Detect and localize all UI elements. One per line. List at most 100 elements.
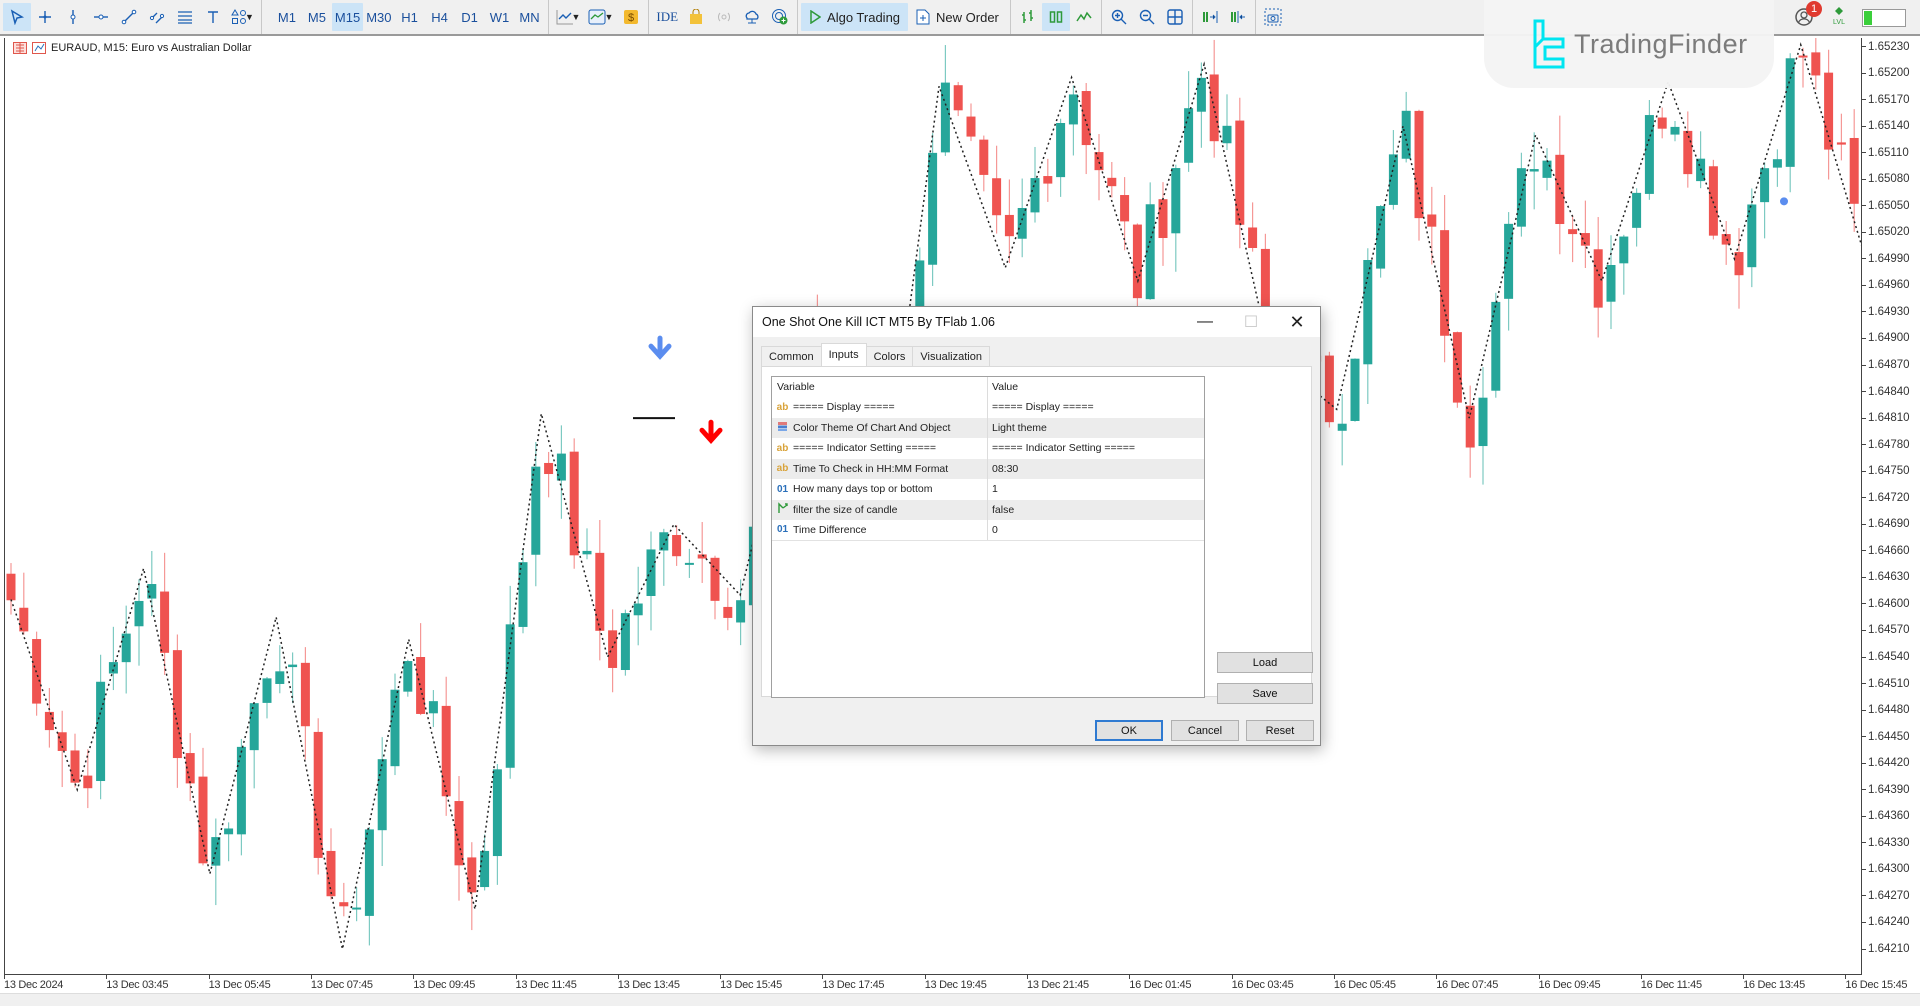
grid-icon xyxy=(1167,9,1183,25)
row-value[interactable]: false xyxy=(988,500,1204,521)
load-button[interactable]: Load xyxy=(1217,652,1313,673)
row-variable-cell: ab Time To Check in HH:MM Format xyxy=(772,458,988,479)
maximize-button[interactable]: ☐ xyxy=(1228,307,1274,337)
chart-type-button[interactable]: ▼ xyxy=(552,3,585,31)
bearish-candle xyxy=(19,572,29,635)
market-button[interactable]: $ xyxy=(617,3,645,31)
crosshair-tool[interactable] xyxy=(31,3,59,31)
cancel-button[interactable]: Cancel xyxy=(1171,720,1239,741)
table-row[interactable]: 01 Time Difference 0 xyxy=(772,520,1204,541)
table-row[interactable]: Color Theme Of Chart And Object Light th… xyxy=(772,417,1204,439)
bullish-candle xyxy=(1478,366,1488,485)
bullish-candle xyxy=(633,566,643,646)
candle-body xyxy=(1452,332,1462,403)
line-chart-icon xyxy=(1076,11,1092,22)
timeframe-h1[interactable]: H1 xyxy=(395,3,425,31)
close-button[interactable]: ✕ xyxy=(1274,307,1320,337)
row-value[interactable]: 0 xyxy=(988,520,1204,540)
line-chart-button[interactable] xyxy=(1070,3,1098,31)
ide-button[interactable]: IDE xyxy=(652,3,682,31)
auto-scroll-button[interactable] xyxy=(1196,3,1224,31)
table-row[interactable]: 01 How many days top or bottom 1 xyxy=(772,479,1204,500)
tab-colors[interactable]: Colors xyxy=(865,346,914,366)
row-value[interactable]: 08:30 xyxy=(988,459,1204,480)
tile-windows-button[interactable] xyxy=(1161,3,1189,31)
table-row[interactable]: ab ===== Display ===== ===== Display ====… xyxy=(772,397,1204,418)
zoom-in-button[interactable] xyxy=(1105,3,1133,31)
price-tick-label: 1.64420 xyxy=(1862,757,1910,769)
timeframe-d1[interactable]: D1 xyxy=(455,3,485,31)
bullish-candle xyxy=(1030,146,1040,223)
horizontal-line-tool[interactable] xyxy=(87,3,115,31)
zoom-out-button[interactable] xyxy=(1133,3,1161,31)
timeframe-mn[interactable]: MN xyxy=(515,3,545,31)
candle-body xyxy=(1030,178,1040,213)
fibonacci-icon xyxy=(178,11,192,24)
row-value[interactable]: ===== Display ===== xyxy=(988,397,1204,418)
market-store-button[interactable] xyxy=(682,3,710,31)
ok-button[interactable]: OK xyxy=(1095,720,1163,741)
algo-trading-button[interactable]: Algo Trading xyxy=(801,3,909,31)
column-header-value[interactable]: Value xyxy=(988,377,1204,397)
bullish-candle xyxy=(236,738,246,856)
candle-body xyxy=(684,562,694,565)
candle-body xyxy=(1414,110,1424,219)
algo-signal-button[interactable] xyxy=(766,3,794,31)
row-value[interactable]: 1 xyxy=(988,479,1204,500)
watermark-text: TradingFinder xyxy=(1574,28,1748,59)
timeframe-m1[interactable]: M1 xyxy=(272,3,302,31)
timeframe-m15[interactable]: M15 xyxy=(331,3,364,31)
channel-tool[interactable] xyxy=(143,3,171,31)
candle-body xyxy=(710,557,720,601)
signals-button[interactable] xyxy=(710,3,738,31)
shapes-tool[interactable]: ▼ xyxy=(227,3,258,31)
row-value[interactable]: ===== Indicator Setting ===== xyxy=(988,438,1204,459)
minimize-button[interactable]: — xyxy=(1182,307,1228,337)
table-row[interactable]: filter the size of candle false xyxy=(772,499,1204,521)
row-value[interactable]: Light theme xyxy=(988,418,1204,439)
vps-button[interactable] xyxy=(738,3,766,31)
bearish-candle xyxy=(416,623,426,716)
table-row[interactable]: ab Time To Check in HH:MM Format 08:30 xyxy=(772,458,1204,480)
new-order-button[interactable]: New Order xyxy=(908,3,1007,31)
trendline-tool[interactable] xyxy=(115,3,143,31)
tab-inputs[interactable]: Inputs xyxy=(820,343,867,366)
bullish-candle xyxy=(428,690,438,728)
vertical-line-tool[interactable] xyxy=(59,3,87,31)
reset-button[interactable]: Reset xyxy=(1246,720,1314,741)
row-variable: ===== Display ===== xyxy=(793,401,895,414)
chart-shift-button[interactable] xyxy=(1224,3,1252,31)
dialog-titlebar[interactable]: One Shot One Kill ICT MT5 By TFlab 1.06 … xyxy=(753,307,1320,337)
cursor-tool[interactable] xyxy=(3,3,31,31)
timeframe-group: M1 M5 M15 M30 H1 H4 D1 W1 MN xyxy=(262,0,549,34)
indicators-button[interactable]: ▼ xyxy=(584,3,617,31)
bullish-candle xyxy=(96,654,106,800)
save-button[interactable]: Save xyxy=(1217,683,1313,704)
auto-scroll-icon xyxy=(1202,11,1218,23)
bar-chart-button[interactable] xyxy=(1014,3,1042,31)
tab-visualization[interactable]: Visualization xyxy=(912,346,990,366)
table-row[interactable]: ab ===== Indicator Setting ===== ===== In… xyxy=(772,438,1204,459)
timeframe-h4[interactable]: H4 xyxy=(425,3,455,31)
candle-body xyxy=(1542,160,1552,178)
column-header-variable[interactable]: Variable xyxy=(772,377,988,397)
candlestick-icon xyxy=(1049,11,1063,23)
time-tick-label: 16 Dec 03:45 xyxy=(1231,975,1294,991)
candlestick-chart-button[interactable] xyxy=(1041,3,1070,31)
bullish-candle xyxy=(364,827,374,946)
timeframe-m5[interactable]: M5 xyxy=(302,3,332,31)
text-tool[interactable] xyxy=(199,3,227,31)
community-button[interactable]: 1 xyxy=(1794,1,1822,29)
level-button[interactable]: LVL xyxy=(1830,6,1848,31)
fibonacci-tool[interactable] xyxy=(171,3,199,31)
price-tick-label: 1.64990 xyxy=(1862,253,1910,265)
time-axis[interactable]: 13 Dec 2024 13 Dec 03:45 13 Dec 05:45 13 De… xyxy=(4,975,1920,993)
timeframe-w1[interactable]: W1 xyxy=(485,3,515,31)
dialog-title: One Shot One Kill ICT MT5 By TFlab 1.06 xyxy=(762,315,995,329)
price-tick-label: 1.64660 xyxy=(1862,545,1910,557)
screenshot-button[interactable] xyxy=(1259,3,1287,31)
candle-body xyxy=(1376,206,1386,269)
price-axis[interactable]: 1.65230 1.65200 1.65170 1.65140 1.65110 1.650… xyxy=(1862,38,1920,975)
timeframe-m30[interactable]: M30 xyxy=(363,3,394,31)
tab-common[interactable]: Common xyxy=(761,346,822,366)
